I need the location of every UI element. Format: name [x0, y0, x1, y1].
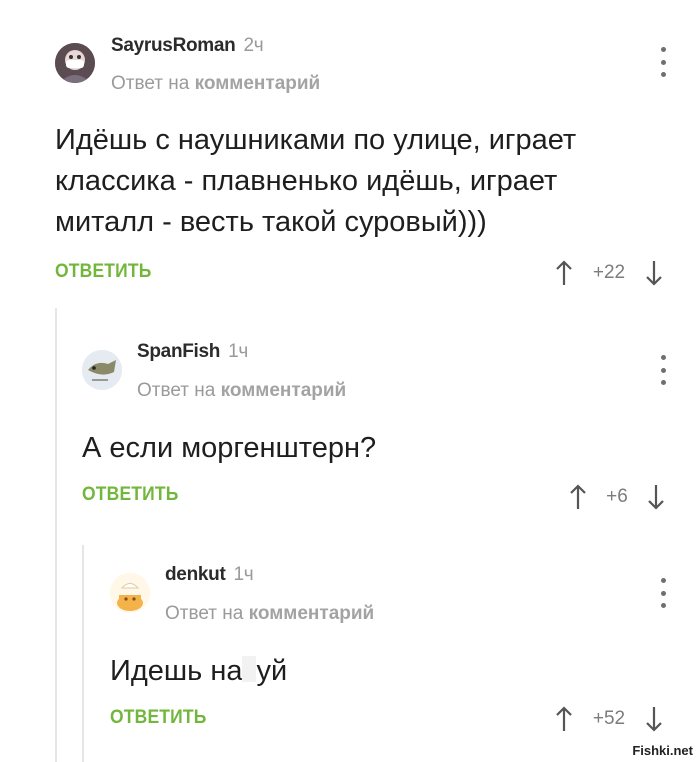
- upvote-arrow-icon[interactable]: [570, 484, 586, 510]
- reply-button[interactable]: ОТВЕТИТЬ: [82, 484, 179, 506]
- downvote-arrow-icon[interactable]: [648, 484, 664, 510]
- vote-controls: +52: [556, 704, 662, 734]
- comment-author[interactable]: SayrusRoman 2ч: [111, 35, 264, 57]
- reply-button[interactable]: ОТВЕТИТЬ: [55, 261, 152, 283]
- author-name[interactable]: SayrusRoman: [111, 35, 236, 56]
- thread-line-level-1: [55, 308, 57, 762]
- comment-text-before: Идешь на: [110, 655, 243, 687]
- more-vertical-icon[interactable]: [659, 578, 667, 608]
- upvote-arrow-icon[interactable]: [556, 706, 572, 732]
- reply-to-info: Ответ на комментарий: [165, 603, 374, 625]
- comment-text-line: Идёшь с наушниками по улице, играет: [55, 124, 577, 156]
- comment-text: Идёшь с наушниками по улице, играет клас…: [55, 120, 576, 243]
- comment-text-line: миталл - весть такой суровый))): [55, 206, 487, 238]
- avatar-image: [82, 350, 122, 390]
- comment-time: 2ч: [243, 35, 264, 56]
- rating-value: +6: [606, 486, 628, 507]
- reply-to-link[interactable]: комментарий: [249, 603, 375, 624]
- comment-text-line: классика - плавненько идёшь, играет: [55, 165, 558, 197]
- author-name[interactable]: SpanFish: [137, 341, 220, 362]
- comment-time: 1ч: [228, 341, 248, 362]
- avatar-image: [55, 43, 95, 83]
- reply-to-prefix: Ответ на: [111, 73, 190, 94]
- more-vertical-icon[interactable]: [659, 47, 667, 77]
- comment-text: Идешь на уй: [110, 651, 287, 692]
- reply-to-prefix: Ответ на: [137, 380, 216, 401]
- vote-controls: +22: [556, 258, 662, 288]
- reply-to-prefix: Ответ на: [165, 603, 244, 624]
- upvote-arrow-icon[interactable]: [556, 260, 572, 286]
- more-vertical-icon[interactable]: [659, 355, 667, 385]
- avatar[interactable]: [110, 573, 150, 613]
- reply-button[interactable]: ОТВЕТИТЬ: [110, 707, 207, 729]
- comment-author[interactable]: denkut 1ч: [165, 564, 254, 586]
- reply-to-info: Ответ на комментарий: [111, 73, 320, 95]
- comment-time: 1ч: [233, 564, 254, 585]
- avatar[interactable]: [82, 350, 122, 390]
- avatar-image: [110, 573, 150, 613]
- reply-to-link[interactable]: комментарий: [195, 73, 321, 94]
- comment-text: А если моргенштерн?: [82, 428, 376, 469]
- downvote-arrow-icon[interactable]: [646, 706, 662, 732]
- comment-text-after: уй: [256, 655, 288, 687]
- censored-fragment: [242, 656, 257, 682]
- downvote-arrow-icon[interactable]: [646, 260, 662, 286]
- reply-to-info: Ответ на комментарий: [137, 380, 346, 402]
- author-name[interactable]: denkut: [165, 564, 226, 585]
- rating-value: +52: [592, 708, 626, 729]
- thread-line-level-2: [82, 545, 84, 762]
- comment-text-line: А если моргенштерн?: [82, 432, 377, 464]
- watermark: Fishki.net: [630, 743, 695, 758]
- reply-to-link[interactable]: комментарий: [221, 380, 347, 401]
- vote-controls: +6: [570, 482, 664, 512]
- avatar[interactable]: [55, 43, 95, 83]
- rating-value: +22: [592, 262, 626, 283]
- comment-author[interactable]: SpanFish 1ч: [137, 341, 248, 363]
